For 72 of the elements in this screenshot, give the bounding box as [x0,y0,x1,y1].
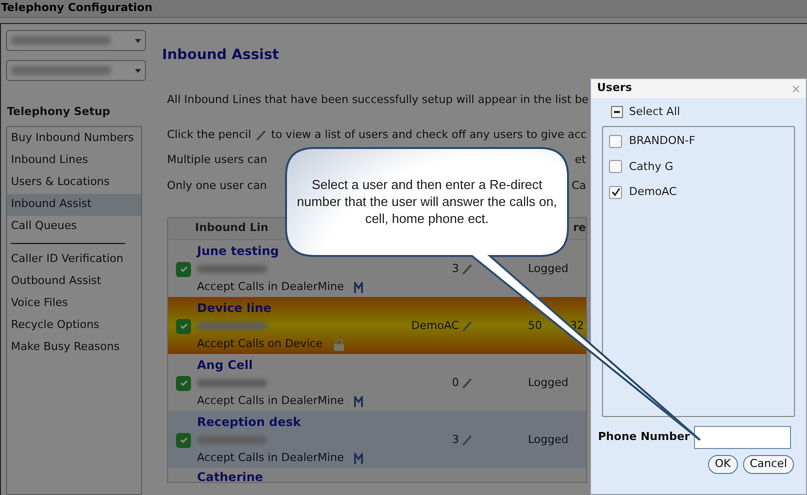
user-checkbox[interactable] [609,134,622,148]
call-mode-text: Accept Calls on Device [197,336,323,352]
section-heading: Telephony Setup [6,104,112,120]
instruction-text: Only one user can [167,178,267,194]
instruction-text: et [574,152,586,168]
blurred-text-placeholder [197,436,267,444]
dropdown[interactable] [6,30,146,51]
instruction-text: Ca [572,178,586,194]
page-title: Inbound Assist [162,46,279,65]
status-text: Logged [528,375,568,391]
dialog-button[interactable]: OK [708,455,738,474]
user-count: 0 [452,375,459,391]
user-name: Cathy G [629,158,674,174]
user-count: 3 [452,432,459,448]
sidebar-item[interactable]: Voice Files [7,292,141,314]
line-name[interactable]: June testing [197,242,279,260]
check-icon[interactable] [176,376,191,391]
call-mode-text: Accept Calls in DealerMine [197,392,344,409]
instruction-text: to view a list of users and check off any users to give acc [271,126,587,142]
blurred-text-placeholder [197,379,267,388]
caret-icon [135,68,141,72]
user-checkbox[interactable] [609,186,622,199]
check-icon[interactable] [176,318,191,334]
caret-icon [135,38,141,42]
status-text: Logged [528,432,568,448]
sidebar-item[interactable]: Users & Locations [7,172,141,194]
dropdown[interactable] [6,60,146,81]
column-header: Inbound Lin [195,220,268,236]
pencil-icon[interactable] [461,377,473,390]
checkbox-label: Select All [629,104,680,120]
check-icon[interactable] [176,262,191,277]
instruction-text: Click the pencil [167,126,252,142]
status-text: Logged [528,261,568,277]
status-text: 50 [528,318,542,334]
pencil-icon[interactable] [461,263,473,276]
blurred-text-placeholder [197,322,267,330]
sidebar-item[interactable]: Call Queues [7,216,141,238]
select-all-checkbox[interactable] [611,106,623,118]
user-checkbox[interactable] [609,160,622,174]
window-title: Telephony Configuration [1,0,152,16]
sidebar-item[interactable]: Inbound Assist [7,194,141,216]
pencil-icon[interactable] [461,434,473,446]
callout-text: Select a user and then enter a Re-direct number that the user will answer the calls on, cell, home phone ect. [296,176,558,227]
user-count: DemoAC [411,318,459,334]
close-icon[interactable] [792,84,800,92]
field-label: Phone Number [598,429,690,446]
pencil-icon[interactable] [461,320,473,332]
blurred-text-placeholder [197,265,267,274]
dialog-title: Users [597,80,632,96]
sidebar-item[interactable]: Recycle Options [7,314,141,336]
sidebar-item[interactable]: Make Busy Reasons [7,336,141,358]
line-name[interactable]: Reception desk [197,412,301,431]
instruction-text: Multiple users can [167,152,268,168]
phone-number-field[interactable] [694,426,791,449]
line-name[interactable]: Ang Cell [197,356,253,374]
call-mode-text: Accept Calls in DealerMine [197,278,344,295]
sidebar-item[interactable]: Buy Inbound Numbers [7,128,141,150]
pencil-icon [255,128,268,141]
check-icon[interactable] [176,432,191,448]
column-header: re [573,220,586,236]
sidebar-item[interactable]: Outbound Assist [7,270,141,292]
sidebar-item[interactable]: Inbound Lines [7,150,141,172]
user-count: 3 [452,261,459,277]
sidebar-item[interactable]: Caller ID Verification [7,248,141,270]
call-mode-text: Accept Calls in DealerMine [197,450,344,466]
intro-text: All Inbound Lines that have been successfully setup will appear in the list be [167,92,589,108]
table-row[interactable]: Reception desk 3 Logged Accept Calls in DealerMine [168,411,586,468]
table-row[interactable]: Catherine [168,468,586,482]
user-name: DemoAC [629,184,677,200]
table-row[interactable]: Ang Cell 0 Logged Accept Calls in DealerMine [168,354,586,411]
dialog-button[interactable]: Cancel [742,455,794,474]
user-name: BRANDON-F [629,133,696,149]
